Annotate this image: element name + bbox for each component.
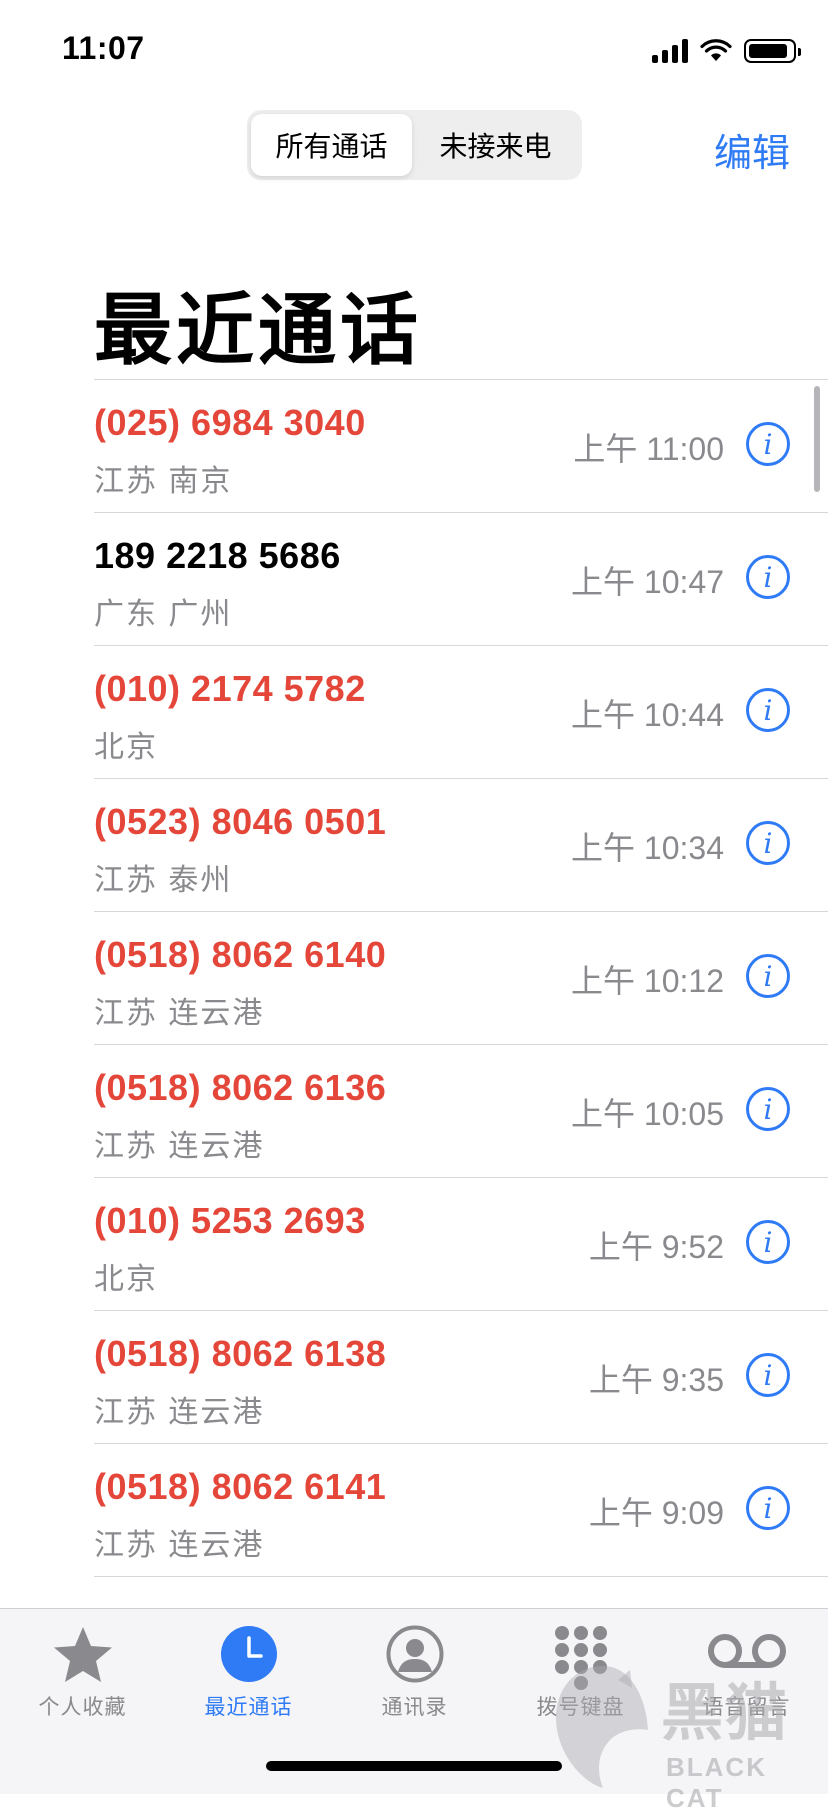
info-icon[interactable]: i [746, 1087, 790, 1131]
call-number: (010) 5253 2693 [94, 1200, 366, 1241]
call-location: 江苏 南京 [94, 465, 233, 498]
page-title: 最近通话 [94, 286, 423, 374]
call-time: 上午 9:09 [588, 1495, 724, 1531]
info-icon[interactable]: i [746, 688, 790, 732]
call-number: (0518) 8062 6140 [94, 934, 387, 975]
call-location: 北京 [94, 1263, 158, 1296]
status-time: 11:07 [62, 30, 145, 66]
call-row[interactable]: (0518) 8062 6141 江苏 连云港 上午 9:09 i [94, 1444, 828, 1577]
info-icon[interactable]: i [746, 1486, 790, 1530]
call-time: 上午 10:34 [571, 830, 724, 866]
call-number: 189 2218 5686 [94, 535, 341, 576]
call-number: (0518) 8062 6138 [94, 1333, 387, 1374]
info-icon[interactable]: i [746, 1353, 790, 1397]
watermark-text: 黑猫 [661, 1679, 790, 1748]
call-row[interactable]: (0518) 8062 6136 江苏 连云港 上午 10:05 i [94, 1045, 828, 1178]
call-time: 上午 10:47 [571, 564, 724, 600]
call-number: (0523) 8046 0501 [94, 801, 387, 842]
call-time: 上午 9:35 [588, 1362, 724, 1398]
calls-filter-segmented-control: 所有通话 未接来电 [247, 110, 582, 180]
tab-favorites[interactable]: 个人收藏 [0, 1609, 165, 1729]
tab-recents[interactable]: 最近通话 [166, 1609, 331, 1729]
call-number: (0518) 8062 6141 [94, 1466, 387, 1507]
segment-all-calls[interactable]: 所有通话 [251, 114, 412, 176]
edit-button[interactable]: 编辑 [714, 122, 790, 177]
tab-contacts[interactable]: 通讯录 [332, 1609, 497, 1729]
info-icon[interactable]: i [746, 422, 790, 466]
call-time: 上午 9:52 [588, 1229, 724, 1265]
call-location: 广东 广州 [94, 598, 233, 631]
info-icon[interactable]: i [746, 954, 790, 998]
cellular-signal-icon [652, 39, 688, 63]
battery-icon [744, 39, 801, 63]
call-location: 江苏 连云港 [94, 1529, 265, 1562]
clock-icon [220, 1626, 277, 1682]
call-number: (0518) 8062 6136 [94, 1067, 387, 1108]
call-time: 上午 10:44 [571, 697, 724, 733]
status-icons [652, 36, 801, 66]
tab-label: 个人收藏 [38, 1696, 127, 1719]
call-time: 上午 10:05 [571, 1096, 724, 1132]
home-indicator[interactable] [266, 1761, 562, 1771]
call-location: 江苏 连云港 [94, 1396, 265, 1429]
call-row[interactable]: (010) 2174 5782 北京 上午 10:44 i [94, 646, 828, 779]
wifi-icon [700, 39, 732, 61]
watermark: 黑猫 BLACK CAT [548, 1658, 828, 1813]
call-location: 江苏 连云港 [94, 997, 265, 1030]
segment-missed-calls[interactable]: 未接来电 [413, 114, 578, 176]
call-location: 江苏 泰州 [94, 864, 233, 897]
call-row[interactable]: 189 2218 5686 广东 广州 上午 10:47 i [94, 513, 828, 646]
call-row[interactable]: (0523) 8046 0501 江苏 泰州 上午 10:34 i [94, 779, 828, 912]
call-time: 上午 10:12 [571, 963, 724, 999]
status-bar: 11:07 [0, 0, 828, 100]
star-icon [53, 1627, 112, 1682]
cat-logo-icon [556, 1666, 648, 1788]
tab-label: 通讯录 [381, 1696, 448, 1719]
recent-calls-list: (025) 6984 3040 江苏 南京 上午 11:00 i 189 221… [94, 379, 828, 1577]
call-row[interactable]: (010) 5253 2693 北京 上午 9:52 i [94, 1178, 828, 1311]
call-row[interactable]: (0518) 8062 6138 江苏 连云港 上午 9:35 i [94, 1311, 828, 1444]
watermark-subtext: BLACK CAT [666, 1752, 767, 1813]
info-icon[interactable]: i [746, 555, 790, 599]
scroll-indicator[interactable] [814, 386, 820, 492]
call-time: 上午 11:00 [573, 431, 724, 467]
tab-label: 最近通话 [204, 1696, 293, 1719]
call-location: 江苏 连云港 [94, 1130, 265, 1163]
call-row[interactable]: (025) 6984 3040 江苏 南京 上午 11:00 i [94, 380, 828, 513]
call-number: (025) 6984 3040 [94, 402, 366, 443]
call-number: (010) 2174 5782 [94, 668, 366, 709]
info-icon[interactable]: i [746, 1220, 790, 1264]
call-location: 北京 [94, 731, 158, 764]
info-icon[interactable]: i [746, 821, 790, 865]
call-row[interactable]: (0518) 8062 6140 江苏 连云港 上午 10:12 i [94, 912, 828, 1045]
contact-icon [386, 1625, 443, 1683]
